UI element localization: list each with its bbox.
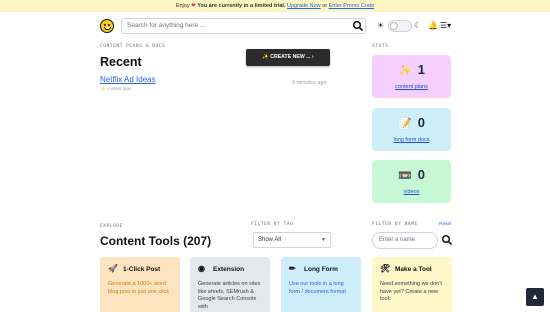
stats-label: STATS xyxy=(372,44,389,49)
tool-card-1-click-post[interactable]: 🚀 1-Click Post Generate a 1000+ word blog… xyxy=(100,257,180,312)
tag-filter-select[interactable]: Show All ▼ xyxy=(253,232,331,248)
search-icon[interactable] xyxy=(352,20,364,32)
page-title: Recent xyxy=(100,55,142,69)
stat-label-link[interactable]: videos xyxy=(372,189,451,195)
search-icon[interactable] xyxy=(441,234,453,246)
recent-item-link[interactable]: Netflix Ad Ideas xyxy=(100,75,156,84)
recent-item-time: 9 minutes ago xyxy=(292,80,327,86)
stat-value: 0 xyxy=(417,115,425,130)
chevron-up-icon: ▲ xyxy=(531,292,539,301)
scroll-to-top-button[interactable]: ▲ xyxy=(526,288,544,306)
name-filter-input[interactable]: Enter a name xyxy=(372,232,438,249)
tag-filter-value: Show All xyxy=(258,237,282,243)
tool-name: Make a Tool xyxy=(395,266,432,273)
create-new-button[interactable]: ✨ CREATE NEW ... › xyxy=(246,49,330,66)
tool-card-long-form[interactable]: ✏ Long Form Use our tools in a long form … xyxy=(281,257,361,312)
stat-value: 0 xyxy=(417,167,425,182)
sparkle-icon: ✨ xyxy=(100,86,106,91)
hamburger-menu-icon[interactable]: ☰▾ xyxy=(440,20,451,32)
explore-label: EXPLORE xyxy=(100,224,123,229)
banner-or-text: or xyxy=(322,3,328,9)
sparkle-icon: ✨ xyxy=(398,65,412,77)
stat-label-link[interactable]: long form docs xyxy=(372,137,451,143)
stat-label-link[interactable]: content plans xyxy=(372,84,451,90)
content-tools-title: Content Tools (207) xyxy=(100,234,212,248)
tools-icon: 🛠 xyxy=(380,264,391,273)
smiley-logo-icon[interactable] xyxy=(100,19,114,33)
tool-card-make-a-tool[interactable]: 🛠 Make a Tool Need something we don't hav… xyxy=(372,257,452,312)
search-input[interactable]: Search for anything here ... xyxy=(121,18,366,34)
memo-icon: 📝 xyxy=(398,118,412,130)
recent-item-type: ✨ content plan xyxy=(100,86,131,92)
reset-link[interactable]: Reset xyxy=(439,222,452,227)
tool-description: Generate a 1000+ word blog post in just … xyxy=(108,281,170,295)
tool-description: Need something we don't have yet? Create… xyxy=(380,281,442,302)
tool-name: Extension xyxy=(213,266,245,273)
stat-card-videos[interactable]: 📼 0 videos xyxy=(372,160,451,203)
upgrade-now-link[interactable]: Upgrade Now xyxy=(287,3,321,9)
bell-icon[interactable]: 🔔 xyxy=(428,20,438,32)
rocket-icon: 🚀 xyxy=(108,264,118,273)
heart-icon: ❤ xyxy=(191,3,196,9)
banner-trial-text: You are currently in a limited trial. xyxy=(197,3,286,9)
tool-name: 1-Click Post xyxy=(123,266,161,273)
recent-item-type-label: content plan xyxy=(106,86,132,91)
trial-banner: Enjoy ❤ You are currently in a limited t… xyxy=(0,0,550,12)
banner-enjoy-text: Enjoy xyxy=(175,3,190,9)
recent-section-label: CONTENT PLANS & DOCS xyxy=(100,44,166,49)
tool-name: Long Form xyxy=(304,266,338,273)
stat-card-long-form-docs[interactable]: 📝 0 long form docs xyxy=(372,108,451,151)
tool-description: Generate articles on sites like ahrefs, … xyxy=(198,281,261,310)
videotape-icon: 📼 xyxy=(398,170,412,182)
filter-tag-label: FILTER BY TAG xyxy=(251,222,294,227)
moon-icon: ☾ xyxy=(414,21,422,30)
stat-card-content-plans[interactable]: ✨ 1 content plans xyxy=(372,55,451,98)
chrome-icon: ◉ xyxy=(198,264,205,273)
filter-name-label: FILTER BY NAME xyxy=(372,222,418,227)
stat-value: 1 xyxy=(417,62,425,77)
tool-description: Use our tools in a long form / document … xyxy=(289,281,346,295)
pencil-icon: ✏ xyxy=(289,264,296,273)
dark-mode-toggle[interactable] xyxy=(388,20,412,32)
sun-icon: ☀ xyxy=(377,21,385,30)
promo-code-link[interactable]: Enter Promo Code xyxy=(329,3,375,9)
chevron-down-icon: ▼ xyxy=(321,237,326,243)
tool-card-extension[interactable]: ◉ Extension Generate articles on sites li… xyxy=(190,257,270,312)
